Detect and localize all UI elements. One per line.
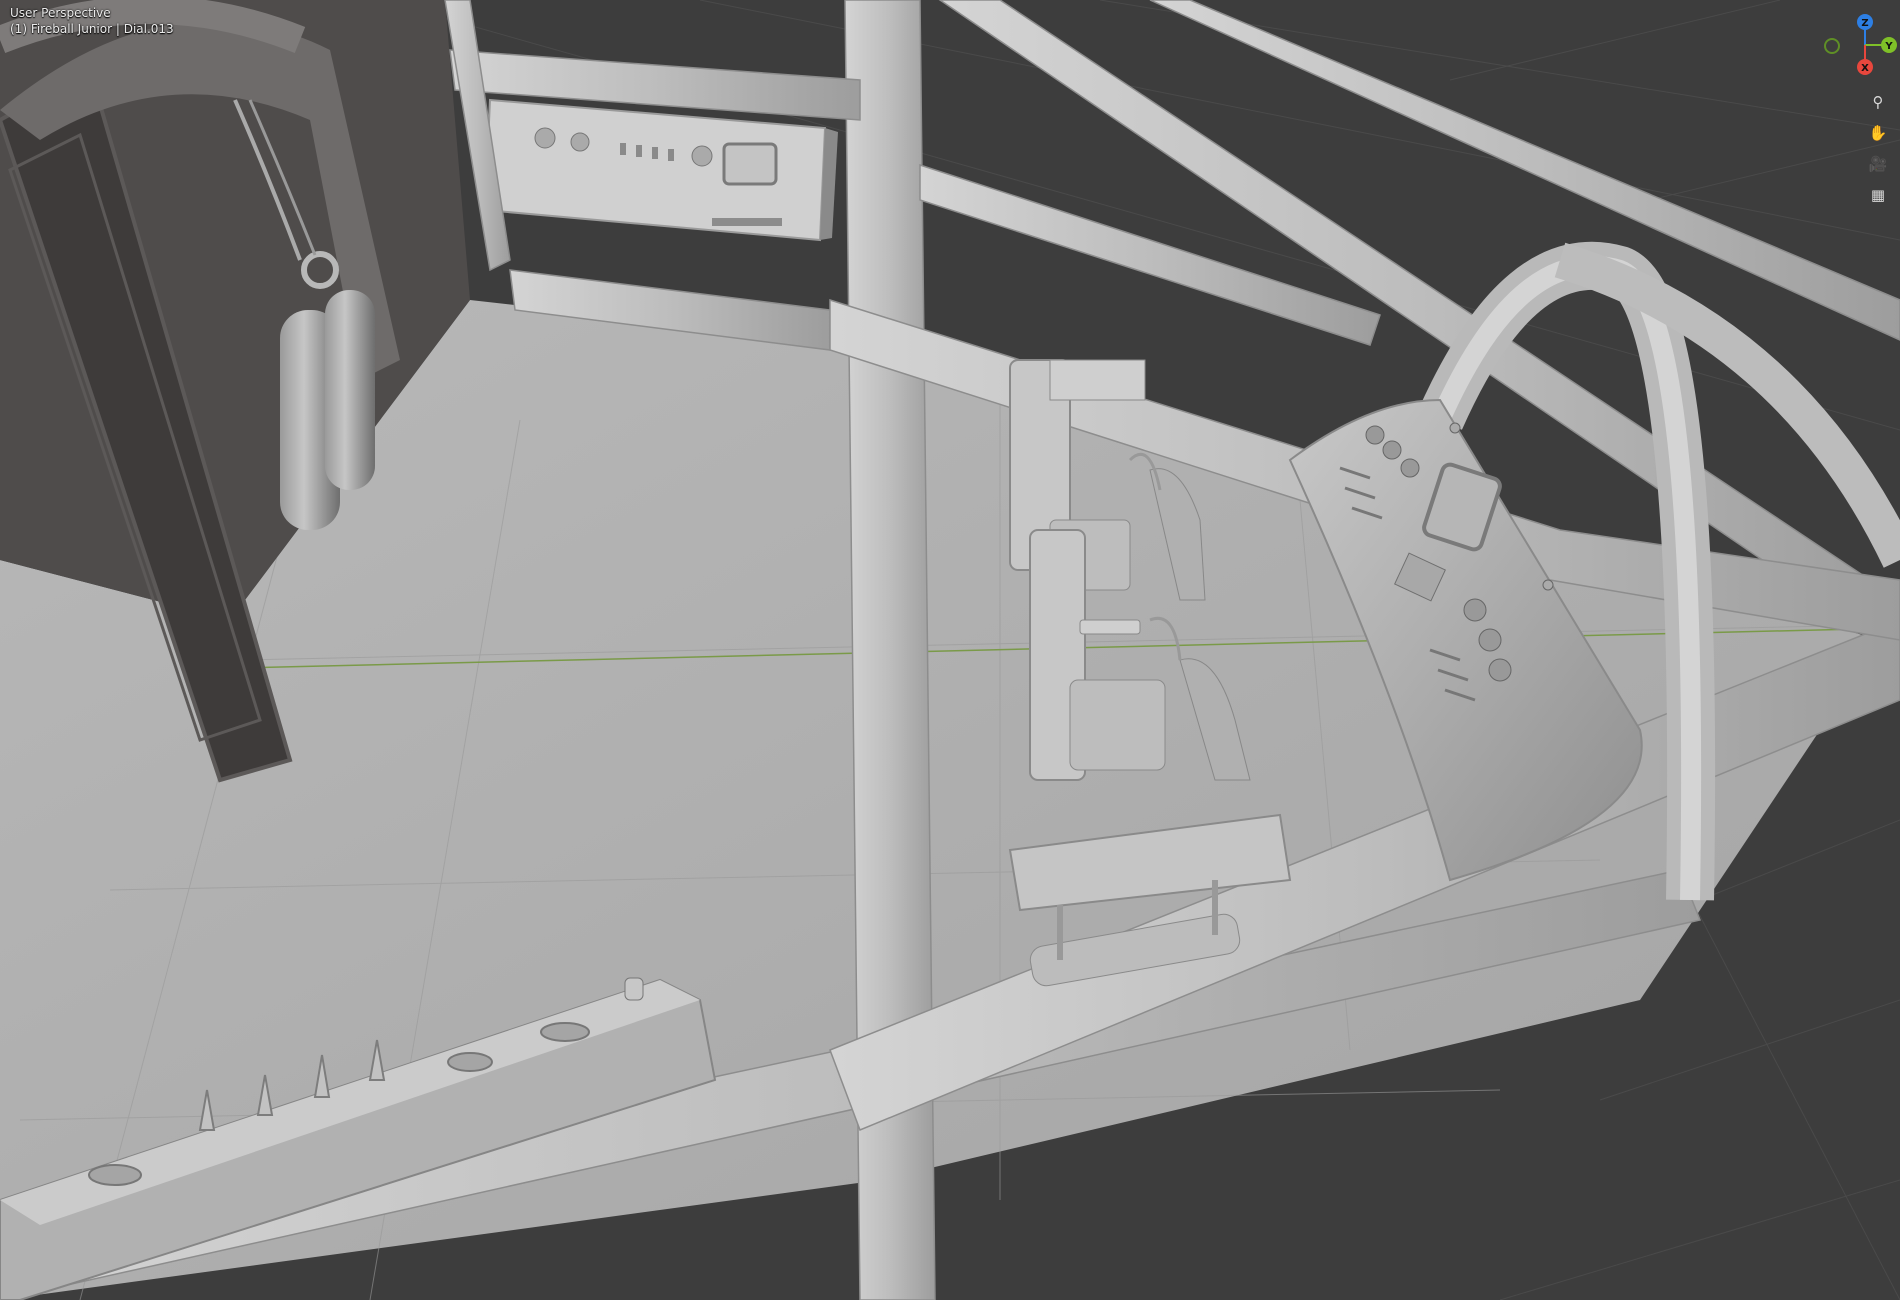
mid-rail [919, 163, 1381, 346]
neg-y-axis-handle [1824, 38, 1840, 54]
svg-text:X: X [1861, 63, 1869, 74]
viewport-mode-label: User Perspective [10, 6, 111, 20]
navigation-gizmo[interactable]: Z Y X [1810, 0, 1900, 90]
y-axis-handle: Y [1881, 37, 1897, 53]
hand-pan-icon[interactable]: ✋ [1864, 119, 1892, 147]
viewport-nav-tools: ⚲ ✋ 🎥 ▦ [1864, 88, 1896, 212]
overhead-panel [483, 98, 838, 242]
x-axis-handle: X [1857, 59, 1873, 75]
camera-icon[interactable]: 🎥 [1864, 150, 1892, 178]
active-object-label: (1) Fireball Junior | Dial.013 [10, 22, 174, 36]
grid-icon[interactable]: ▦ [1864, 181, 1892, 209]
scene-render [0, 0, 1900, 1300]
z-axis-handle: Z [1857, 14, 1873, 30]
svg-text:Z: Z [1861, 18, 1868, 29]
3d-viewport[interactable]: User Perspective (1) Fireball Junior | D… [0, 0, 1900, 1300]
svg-text:Y: Y [1884, 41, 1893, 52]
zoom-icon[interactable]: ⚲ [1864, 88, 1892, 116]
